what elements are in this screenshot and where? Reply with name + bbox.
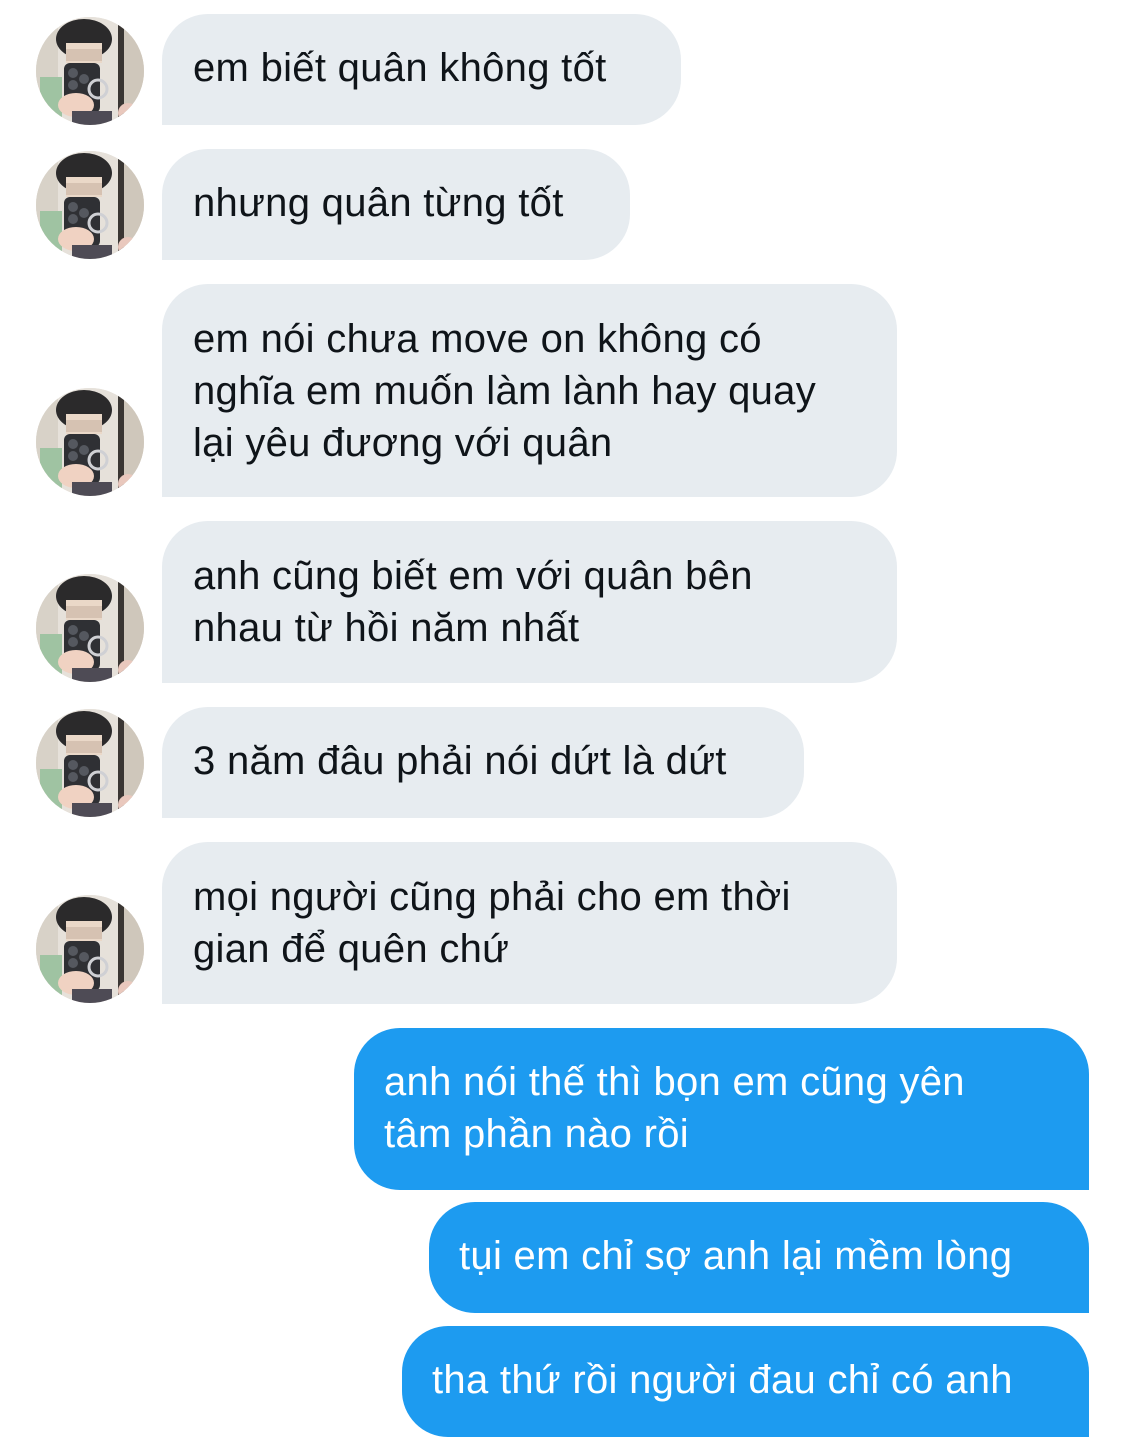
contact-avatar-icon[interactable]	[36, 17, 144, 125]
contact-avatar-icon[interactable]	[36, 895, 144, 1003]
contact-avatar-icon[interactable]	[36, 709, 144, 817]
received-message[interactable]: em biết quân không tốt	[162, 14, 681, 125]
received-message[interactable]: nhưng quân từng tốt	[162, 149, 630, 260]
sent-message[interactable]: tụi em chỉ sợ anh lại mềm lòng	[429, 1202, 1089, 1313]
chat-conversation: { "conversation": { "contact_avatar_icon…	[0, 0, 1125, 1446]
contact-avatar-icon[interactable]	[36, 388, 144, 496]
contact-avatar-icon[interactable]	[36, 574, 144, 682]
received-message[interactable]: em nói chưa move on không có nghĩa em mu…	[162, 284, 897, 497]
received-message[interactable]: mọi người cũng phải cho em thời gian để …	[162, 842, 897, 1004]
received-message[interactable]: 3 năm đâu phải nói dứt là dứt	[162, 707, 804, 818]
sent-message[interactable]: anh nói thế thì bọn em cũng yên tâm phần…	[354, 1028, 1089, 1190]
received-message[interactable]: anh cũng biết em với quân bên nhau từ hồ…	[162, 521, 897, 683]
contact-avatar-icon[interactable]	[36, 151, 144, 259]
sent-message[interactable]: tha thứ rồi người đau chỉ có anh	[402, 1326, 1089, 1437]
